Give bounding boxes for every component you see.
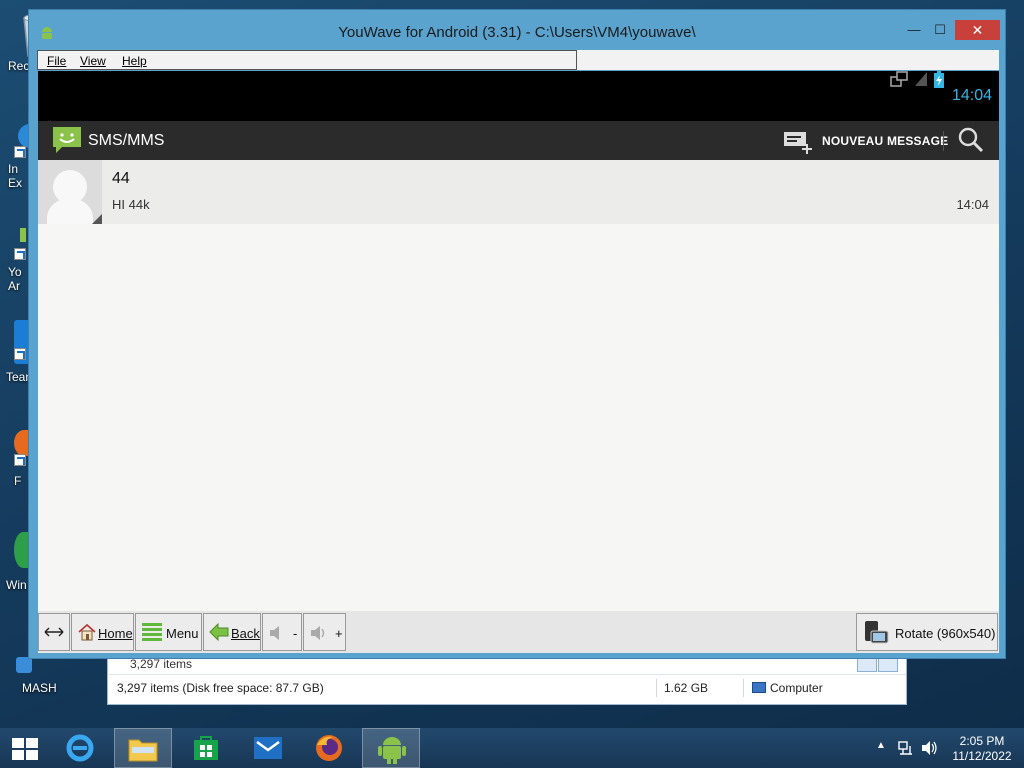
menu-button[interactable]: Menu	[135, 613, 202, 651]
menu-bar-filler	[577, 50, 999, 70]
youwave-control-toolbar: Home Menu Back - + Rotate (960x540)	[38, 611, 999, 653]
speaker-icon	[311, 626, 325, 640]
explorer-status-bar: 3,297 items (Disk free space: 87.7 GB) 1…	[108, 677, 906, 701]
network-tray-icon[interactable]	[898, 740, 914, 756]
folder-icon	[128, 739, 158, 762]
sms-app-icon[interactable]	[52, 125, 82, 155]
status-time: 14:04	[952, 87, 993, 104]
maximize-button[interactable]: ☐	[927, 20, 953, 40]
conversation-snippet: HI 44k	[112, 197, 150, 212]
internet-explorer-icon	[66, 734, 94, 762]
back-button[interactable]: Back	[203, 613, 261, 651]
desktop-icon-mash[interactable]: MASH	[0, 655, 57, 700]
android-robot-icon	[378, 737, 406, 764]
store-icon	[194, 736, 218, 760]
window-title: YouWave for Android (3.31) - C:\Users\VM…	[338, 24, 696, 41]
start-button[interactable]	[12, 738, 38, 760]
android-action-bar: SMS/MMS NOUVEAU MESSAGE	[38, 121, 999, 160]
new-message-icon[interactable]	[783, 130, 813, 154]
status-items: 3,297 items (Disk free space: 87.7 GB)	[117, 681, 324, 695]
tray-expand-icon[interactable]: ▲	[876, 740, 886, 751]
taskbar-file-explorer[interactable]	[114, 728, 172, 768]
volume-down-button[interactable]: -	[262, 613, 302, 651]
volume-up-button[interactable]: +	[303, 613, 346, 651]
status-size: 1.62 GB	[664, 681, 709, 695]
menu-label: Menu	[166, 626, 199, 641]
mash-icon	[16, 657, 32, 673]
taskbar-mail[interactable]	[238, 728, 296, 768]
clock-date: 11/12/2022	[952, 749, 1012, 763]
rotate-label: Rotate (960x540)	[895, 626, 996, 641]
new-message-button[interactable]: NOUVEAU MESSAGE	[822, 134, 948, 148]
desktop-icon-label: MASH	[22, 681, 57, 695]
status-location: Computer	[752, 681, 823, 695]
menu-bar: File View Help	[37, 50, 577, 70]
home-label: Home	[98, 626, 133, 641]
minimize-button[interactable]: —	[901, 20, 927, 40]
back-arrow-icon	[209, 623, 229, 641]
resize-button[interactable]	[38, 613, 70, 651]
network-icon	[890, 71, 908, 87]
android-status-bar: 14:04	[38, 71, 999, 121]
mail-icon	[254, 737, 282, 759]
menu-file[interactable]: File	[47, 54, 66, 68]
volume-tray-icon[interactable]	[921, 740, 939, 756]
youwave-window: YouWave for Android (3.31) - C:\Users\VM…	[28, 9, 1006, 659]
menu-help[interactable]: Help	[122, 54, 147, 68]
app-title: SMS/MMS	[88, 132, 165, 149]
volume-down-label: -	[293, 626, 298, 641]
clock-time: 2:05 PM	[959, 734, 1005, 748]
taskbar-youwave[interactable]	[362, 728, 420, 768]
resize-arrows-icon	[44, 627, 64, 637]
signal-icon	[915, 72, 927, 86]
conversation-row[interactable]: 44 HI 44k 14:04	[38, 160, 999, 224]
window-titlebar[interactable]: YouWave for Android (3.31) - C:\Users\VM…	[29, 10, 1005, 50]
conversation-time: 14:04	[956, 197, 989, 212]
contact-avatar[interactable]	[38, 160, 102, 224]
rotate-button[interactable]: Rotate (960x540)	[856, 613, 998, 651]
taskbar: ▲ 2:05 PM 11/12/2022	[0, 728, 1024, 768]
taskbar-firefox[interactable]	[300, 728, 358, 768]
taskbar-internet-explorer[interactable]	[52, 728, 110, 768]
menu-lines-icon	[142, 623, 162, 641]
rotate-phone-icon	[865, 621, 889, 644]
volume-up-label: +	[335, 626, 343, 641]
speaker-icon	[270, 626, 279, 640]
menu-view[interactable]: View	[80, 54, 106, 68]
home-button[interactable]: Home	[71, 613, 134, 651]
explorer-item-count: 3,297 items	[130, 657, 193, 671]
computer-icon	[752, 682, 766, 693]
taskbar-store[interactable]	[176, 728, 234, 768]
search-icon[interactable]	[958, 127, 984, 153]
close-button[interactable]: ✕	[955, 20, 1000, 40]
home-icon	[78, 623, 96, 641]
back-label: Back	[231, 626, 260, 641]
conversation-name: 44	[112, 170, 130, 187]
action-divider	[943, 131, 944, 151]
firefox-icon	[316, 735, 342, 761]
battery-charging-icon	[934, 71, 944, 88]
taskbar-clock[interactable]: 2:05 PM 11/12/2022	[950, 734, 1014, 764]
android-screen[interactable]: 14:04 SMS/MMS NOUVEAU MESSAGE 44 HI 44k …	[38, 71, 999, 611]
